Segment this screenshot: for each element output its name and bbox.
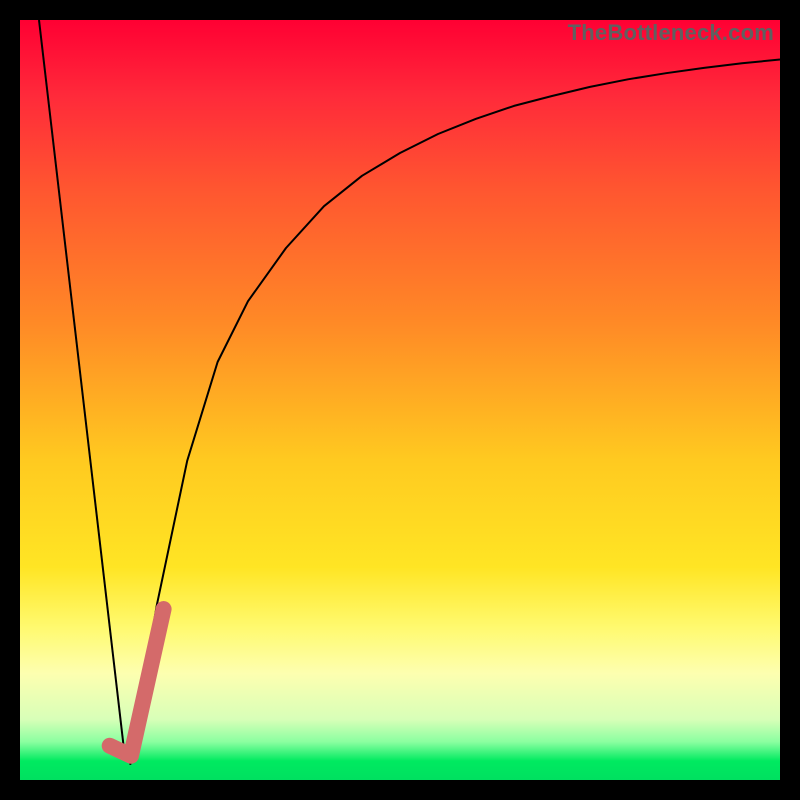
series-group: [39, 20, 780, 765]
series-rising-curve: [130, 60, 780, 765]
series-left-descent: [39, 20, 125, 757]
chart-svg: [20, 20, 780, 780]
plot-area: TheBottleneck.com: [20, 20, 780, 780]
chart-frame: TheBottleneck.com: [0, 0, 800, 800]
series-notch-marker: [110, 609, 164, 756]
attribution-watermark: TheBottleneck.com: [568, 20, 774, 46]
